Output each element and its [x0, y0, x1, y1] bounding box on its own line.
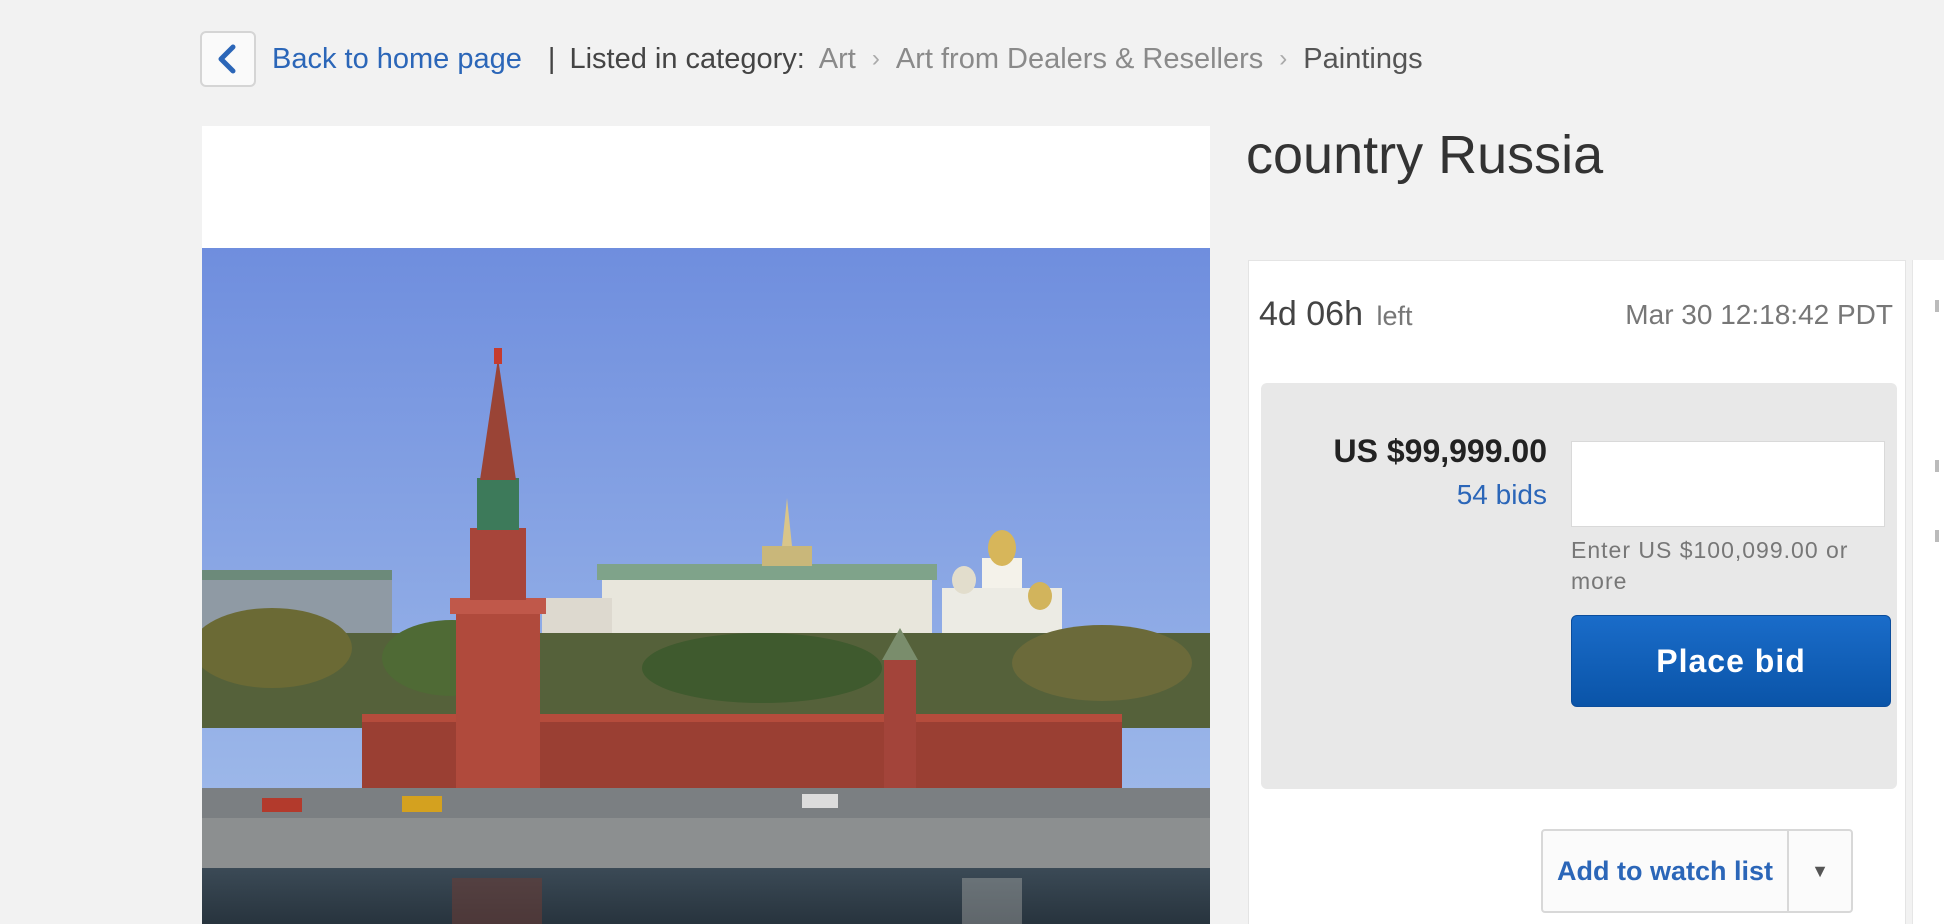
breadcrumb-category-dealers[interactable]: Art from Dealers & Resellers: [896, 43, 1263, 76]
item-photo[interactable]: [202, 248, 1210, 924]
bid-panel: US $99,999.00 54 bids Enter US $100,099.…: [1261, 383, 1897, 789]
back-to-home-link[interactable]: Back to home page: [272, 43, 522, 76]
side-panel-edge: [1912, 260, 1944, 924]
add-to-watch-list-button[interactable]: Add to watch list: [1543, 831, 1787, 911]
breadcrumb-category-art[interactable]: Art: [819, 43, 856, 76]
breadcrumb-divider: |: [547, 42, 556, 75]
item-image-panel: [202, 126, 1210, 924]
watch-list-dropdown-button[interactable]: ▼: [1787, 831, 1851, 911]
bid-count-link[interactable]: 54 bids: [1457, 479, 1547, 511]
bid-amount-input[interactable]: [1571, 441, 1885, 527]
place-bid-button[interactable]: Place bid: [1571, 615, 1891, 707]
auction-end-time: Mar 30 12:18:42 PDT: [1625, 299, 1893, 330]
listing-page: Back to home page | Listed in category: …: [0, 0, 1944, 924]
time-left-suffix: left: [1376, 301, 1413, 331]
divider: [1935, 300, 1939, 312]
time-left: 4d 06h left: [1259, 295, 1412, 334]
time-left-value: 4d 06h: [1259, 295, 1363, 333]
caret-down-icon: ▼: [1811, 860, 1829, 881]
divider: [1935, 530, 1939, 542]
item-title: country Russia: [1246, 125, 1604, 185]
bid-hint: Enter US $100,099.00 or more: [1571, 537, 1849, 594]
breadcrumb-category-paintings[interactable]: Paintings: [1303, 43, 1422, 76]
current-price: US $99,999.00: [1333, 433, 1548, 469]
back-button[interactable]: [200, 31, 256, 87]
listed-in-category-label: Listed in category:: [569, 42, 805, 75]
watch-list-button-group: Add to watch list ▼: [1541, 829, 1853, 913]
chevron-right-icon: ›: [1279, 45, 1288, 72]
chevron-right-icon: ›: [871, 45, 880, 72]
bid-card: 4d 06h left Mar 30 12:18:42 PDT US $99,9…: [1248, 260, 1906, 924]
chevron-left-icon: [218, 44, 236, 74]
divider: [1935, 460, 1939, 472]
breadcrumb: Back to home page | Listed in category: …: [200, 28, 1423, 90]
